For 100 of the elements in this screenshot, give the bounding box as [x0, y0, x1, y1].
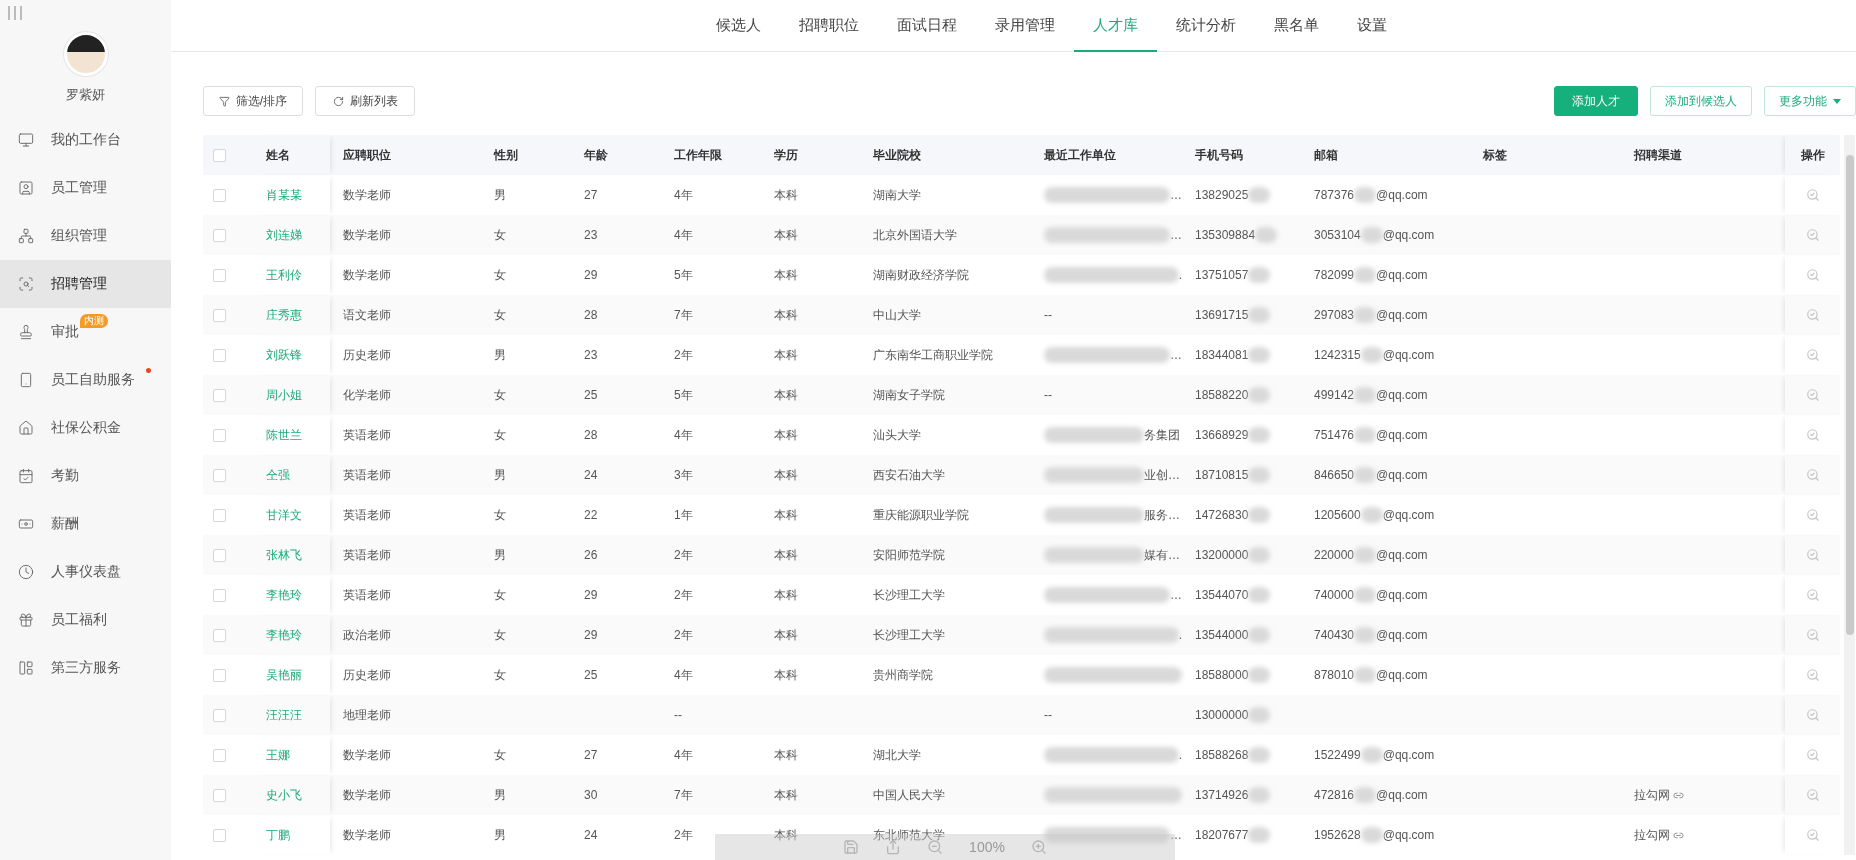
email-user-text: 499142 [1314, 388, 1355, 402]
table-cell: 27 [584, 188, 598, 202]
nav-tab[interactable]: 面试日程 [877, 0, 976, 52]
row-checkbox[interactable] [213, 628, 226, 642]
nav-tab[interactable]: 统计分析 [1156, 0, 1255, 52]
table-cell: 3年 [674, 466, 693, 484]
search-circle-icon[interactable] [1805, 428, 1820, 442]
search-circle-icon[interactable] [1805, 508, 1820, 522]
search-circle-icon[interactable] [1805, 708, 1820, 722]
row-checkbox[interactable] [213, 188, 226, 202]
search-circle-icon[interactable] [1805, 468, 1820, 482]
email-domain-text: @qq.com [1382, 348, 1435, 362]
scrollbar-track[interactable] [1844, 135, 1855, 855]
row-checkbox[interactable] [213, 828, 226, 842]
nav-tab[interactable]: 录用管理 [975, 0, 1074, 52]
row-checkbox[interactable] [213, 228, 226, 242]
table-cell: 本科 [774, 466, 798, 484]
search-circle-icon[interactable] [1805, 348, 1820, 362]
table-cell: 重庆能源职业学院 [873, 506, 969, 524]
search-circle-icon[interactable] [1805, 828, 1820, 842]
phone-text: 13691715 [1195, 308, 1249, 322]
row-checkbox[interactable] [213, 548, 226, 562]
sidebar-item-label: 我的工作台 [51, 131, 121, 149]
filter-button[interactable]: 筛选/排序 [203, 86, 303, 116]
search-circle-icon[interactable] [1805, 268, 1820, 282]
select-all-checkbox[interactable] [213, 148, 226, 162]
email-user-text: 1205600 [1314, 508, 1361, 522]
table-cell: 女 [494, 306, 506, 324]
row-checkbox[interactable] [213, 388, 226, 402]
share-icon[interactable] [885, 839, 902, 855]
table-cell: 湖南女子学院 [873, 386, 945, 404]
redaction-blur [1354, 667, 1377, 683]
phone-text: 13000000 [1195, 708, 1249, 722]
redaction-blur [1354, 467, 1377, 483]
avatar[interactable] [63, 32, 108, 76]
nav-tab[interactable]: 招聘职位 [779, 0, 878, 52]
redaction-blur [1248, 347, 1271, 363]
row-checkbox[interactable] [213, 308, 226, 322]
search-circle-icon[interactable] [1805, 228, 1820, 242]
search-circle-icon[interactable] [1805, 788, 1820, 802]
company-text: 业创… [1144, 466, 1180, 484]
row-checkbox[interactable] [213, 348, 226, 362]
row-checkbox[interactable] [213, 508, 226, 522]
nav-tab[interactable]: 候选人 [696, 0, 780, 52]
table-cell: 本科 [774, 666, 798, 684]
monitor-icon [18, 132, 34, 148]
refresh-button[interactable]: 刷新列表 [315, 86, 415, 116]
row-checkbox[interactable] [213, 428, 226, 442]
table-cell: 男 [494, 786, 506, 804]
email-user-text: 297083 [1314, 308, 1355, 322]
sidebar-item-label: 人事仪表盘 [51, 563, 121, 581]
table-cell: 女 [494, 746, 506, 764]
redaction-blur [1248, 427, 1271, 443]
sidebar-item[interactable]: 招聘管理 [0, 260, 171, 308]
table-cell: 安阳师范学院 [873, 546, 945, 564]
save-icon[interactable] [843, 839, 860, 855]
search-circle-icon[interactable] [1805, 588, 1820, 602]
redaction-blur [1354, 787, 1377, 803]
email-user-text: 740430 [1314, 628, 1355, 642]
calendar-icon [18, 468, 34, 484]
sidebar-item-label: 审批 [51, 323, 79, 341]
search-circle-icon[interactable] [1805, 548, 1820, 562]
search-circle-icon[interactable] [1805, 748, 1820, 762]
search-circle-icon[interactable] [1805, 188, 1820, 202]
company-text: . [1178, 748, 1182, 762]
zoom-in-icon[interactable] [1030, 839, 1047, 855]
search-circle-icon[interactable] [1805, 628, 1820, 642]
table-cell: 历史老师 [343, 346, 391, 364]
row-checkbox[interactable] [213, 468, 226, 482]
table-cell: 地理老师 [343, 706, 391, 724]
row-checkbox[interactable] [213, 708, 226, 722]
stamp-icon [18, 324, 34, 340]
redaction-blur [1248, 627, 1271, 643]
nav-tab[interactable]: 黑名单 [1254, 0, 1338, 52]
redaction-blur [1248, 507, 1271, 523]
row-checkbox[interactable] [213, 788, 226, 802]
table-cell: 数学老师 [343, 186, 391, 204]
row-checkbox[interactable] [213, 748, 226, 762]
nav-tab[interactable]: 设置 [1337, 0, 1406, 52]
redaction-blur [1248, 467, 1271, 483]
column-header: 招聘渠道 [1633, 146, 1683, 164]
table-cell: 女 [494, 666, 506, 684]
table-cell: 2年 [674, 586, 693, 604]
table-cell: 湖北大学 [873, 746, 921, 764]
table-cell: 女 [494, 586, 506, 604]
company-text: . [1178, 628, 1182, 642]
search-circle-icon[interactable] [1805, 388, 1820, 402]
email-domain-text: @qq.com [1376, 788, 1428, 802]
redaction-blur [1248, 307, 1271, 323]
search-circle-icon[interactable] [1805, 668, 1820, 682]
row-checkbox[interactable] [213, 588, 226, 602]
search-circle-icon[interactable] [1805, 308, 1820, 322]
row-checkbox[interactable] [213, 668, 226, 682]
redaction-blur [1248, 187, 1271, 203]
row-checkbox[interactable] [213, 268, 226, 282]
table-cell: 政治老师 [343, 626, 391, 644]
clock-icon [18, 564, 34, 580]
zoom-out-icon[interactable] [927, 839, 944, 855]
table-cell: 女 [494, 626, 506, 644]
scrollbar-thumb[interactable] [1845, 155, 1854, 635]
